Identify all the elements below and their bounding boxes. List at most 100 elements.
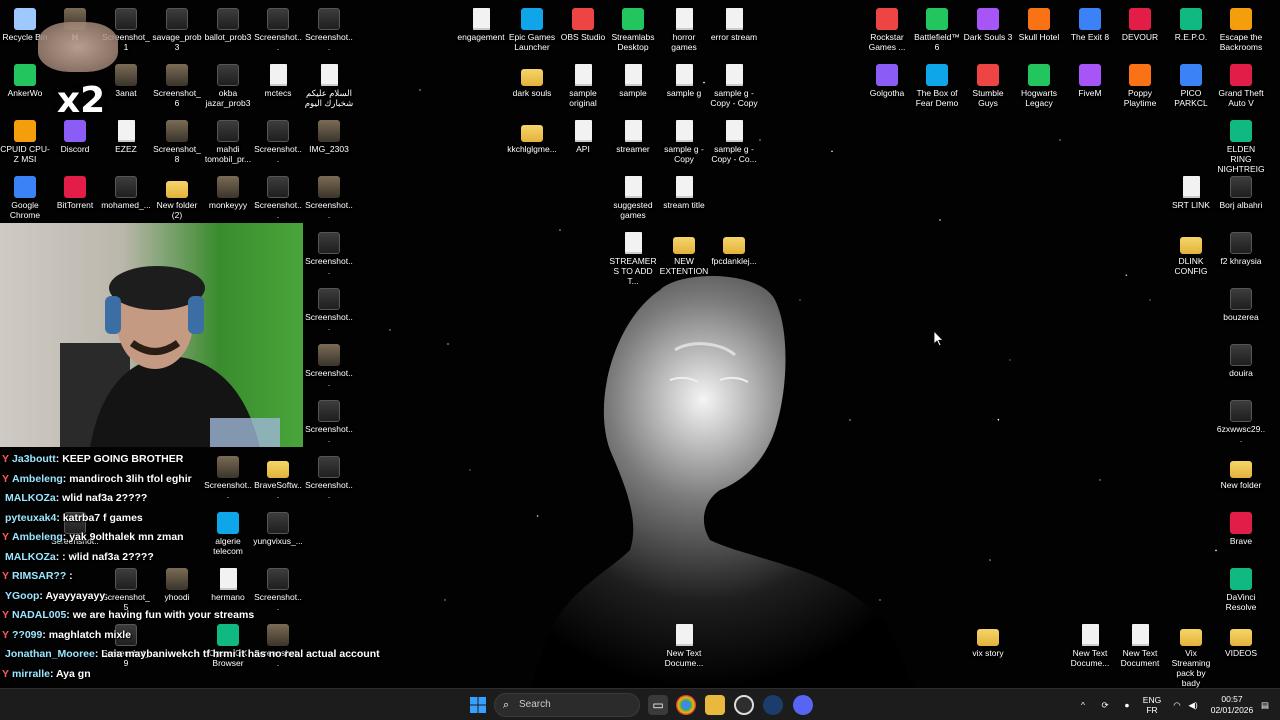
desktop-icon[interactable]: f2 khraysia	[1216, 229, 1266, 266]
desktop-icon[interactable]: streamer	[608, 117, 658, 154]
desktop-icon[interactable]: stream title	[659, 173, 709, 210]
desktop-icon[interactable]: vix story	[963, 621, 1013, 658]
desktop-icon[interactable]: sample	[608, 61, 658, 98]
desktop-icon[interactable]: Brave	[1216, 509, 1266, 546]
discord-taskbar-button[interactable]	[793, 695, 813, 715]
desktop-icon[interactable]: Screenshot...	[304, 285, 354, 332]
desktop-icon[interactable]: dark souls	[507, 61, 557, 98]
desktop-icon[interactable]: douira	[1216, 341, 1266, 378]
desktop-icon[interactable]: Screenshot...	[304, 229, 354, 276]
desktop-icon[interactable]: savage_prob3	[152, 5, 202, 52]
desktop-icon[interactable]: Google Chrome	[0, 173, 50, 220]
desktop-icon[interactable]: okba jazar_prob3	[203, 61, 253, 108]
desktop-icon[interactable]: sample g - Copy - Copy	[709, 61, 759, 108]
desktop[interactable]: Recycle BinHScreenshot_1savage_prob3ball…	[0, 0, 1280, 688]
desktop-icon[interactable]: New Text Docume...	[1065, 621, 1115, 668]
desktop-icon[interactable]: 6zxwwsc29...	[1216, 397, 1266, 444]
desktop-icon[interactable]: R.E.P.O.	[1166, 5, 1216, 42]
chat-username: MALKOZa	[5, 550, 56, 563]
desktop-icon[interactable]: sample g	[659, 61, 709, 98]
desktop-icon[interactable]: Dark Souls 3	[963, 5, 1013, 42]
desktop-icon[interactable]: New Text Document	[1115, 621, 1165, 668]
desktop-icon[interactable]: Hogwarts Legacy	[1014, 61, 1064, 108]
desktop-icon[interactable]: error stream	[709, 5, 759, 42]
desktop-icon[interactable]: Skull Hotel	[1014, 5, 1064, 42]
desktop-icon[interactable]: FiveM	[1065, 61, 1115, 98]
desktop-icon[interactable]: suggested games	[608, 173, 658, 220]
steam-taskbar-button[interactable]	[763, 695, 783, 715]
network-sync-icon[interactable]: ⟳	[1098, 689, 1112, 720]
taskbar-clock[interactable]: 00:57 02/01/2026	[1208, 694, 1256, 716]
desktop-icon[interactable]: Screenshot...	[304, 173, 354, 220]
wifi-icon[interactable]: ◠	[1170, 689, 1184, 720]
desktop-icon[interactable]: OBS Studio	[558, 5, 608, 42]
desktop-icon[interactable]: Grand Theft Auto V	[1216, 61, 1266, 108]
desktop-icon[interactable]: sample original	[558, 61, 608, 108]
desktop-icon[interactable]: Golgotha	[862, 61, 912, 98]
desktop-icon[interactable]: Screenshot...	[253, 117, 303, 164]
desktop-icon[interactable]: SRT LINK	[1166, 173, 1216, 210]
desktop-icon[interactable]: Escape the Backrooms	[1216, 5, 1266, 52]
microphone-icon[interactable]: ●	[1120, 689, 1134, 720]
desktop-icon[interactable]: Streamlabs Desktop	[608, 5, 658, 52]
desktop-icon[interactable]: Screenshot_6	[152, 61, 202, 108]
desktop-icon[interactable]: IMG_2303	[304, 117, 354, 154]
desktop-icon[interactable]: Screenshot...	[304, 5, 354, 52]
notification-icon[interactable]: ▤	[1258, 689, 1272, 720]
desktop-icon[interactable]: mahdi tomobil_pr...	[203, 117, 253, 164]
desktop-icon[interactable]: Screenshot_8	[152, 117, 202, 164]
desktop-icon[interactable]: Poppy Playtime	[1115, 61, 1165, 108]
chat-badge-icon: Y	[2, 472, 10, 485]
desktop-icon[interactable]: Screenshot...	[253, 173, 303, 220]
desktop-icon[interactable]: kkchlglgme...	[507, 117, 557, 154]
desktop-icon[interactable]: VIDEOS	[1216, 621, 1266, 658]
desktop-icon[interactable]: The Box of Fear Demo	[912, 61, 962, 108]
desktop-icon[interactable]: sample g - Copy	[659, 117, 709, 164]
taskbar-search-box[interactable]: ⌕ Search	[494, 693, 640, 717]
desktop-icon[interactable]: DEVOUR	[1115, 5, 1165, 42]
desktop-icon[interactable]: Epic Games Launcher	[507, 5, 557, 52]
desktop-icon[interactable]: PICO PARKCL	[1166, 61, 1216, 108]
desktop-icon-label: bouzerea	[1223, 312, 1259, 322]
desktop-icon[interactable]: DaVinci Resolve	[1216, 565, 1266, 612]
desktop-icon[interactable]: bouzerea	[1216, 285, 1266, 322]
desktop-icon[interactable]: New Text Docume...	[659, 621, 709, 668]
desktop-icon[interactable]: fpcdanklej...	[709, 229, 759, 266]
desktop-icon[interactable]: API	[558, 117, 608, 154]
chat-text: : KEEP GOING BROTHER	[55, 453, 184, 465]
chat-overlay: Y Ja3boutt: KEEP GOING BROTHER Y Ambeleng: …	[2, 450, 380, 688]
chrome-taskbar-button[interactable]	[676, 695, 696, 715]
desktop-icon[interactable]: BitTorrent	[50, 173, 100, 210]
desktop-icon[interactable]: Screenshot...	[304, 397, 354, 444]
desktop-icon[interactable]: DLINK CONFIG	[1166, 229, 1216, 276]
desktop-icon-label: sample g - Copy - Copy	[710, 88, 758, 108]
task-view-button[interactable]: ▭	[648, 695, 668, 715]
desktop-icon[interactable]: Screenshot...	[253, 5, 303, 52]
tray-overflow-chevron-icon[interactable]: ^	[1076, 689, 1090, 720]
desktop-icon[interactable]: horror games	[659, 5, 709, 52]
desktop-icon[interactable]: Vix Streaming pack by bady	[1166, 621, 1216, 688]
desktop-icon[interactable]: Borj albahri	[1216, 173, 1266, 210]
desktop-icon[interactable]: Battlefield™ 6	[912, 5, 962, 52]
desktop-icon[interactable]: mctecs	[253, 61, 303, 98]
desktop-icon[interactable]: New folder	[1216, 453, 1266, 490]
obs-taskbar-button[interactable]	[734, 695, 754, 715]
desktop-icon-label: sample g	[666, 88, 702, 98]
desktop-icon[interactable]: engagement	[456, 5, 506, 42]
volume-icon[interactable]: ◀)	[1186, 689, 1200, 720]
desktop-icon[interactable]: Screenshot...	[304, 341, 354, 388]
desktop-icon[interactable]: sample g - Copy - Co...	[709, 117, 759, 164]
desktop-icon[interactable]: Rockstar Games ...	[862, 5, 912, 52]
start-button[interactable]	[468, 695, 488, 715]
desktop-icon[interactable]: mohamed_...	[101, 173, 151, 210]
desktop-icon[interactable]: ballot_prob3	[203, 5, 253, 42]
desktop-icon[interactable]: New folder (2)	[152, 173, 202, 220]
desktop-icon[interactable]: السلام عليكم شخبارك اليوم	[304, 61, 354, 108]
desktop-icon[interactable]: Stumble Guys	[963, 61, 1013, 108]
desktop-icon[interactable]: NEW EXTENTION	[659, 229, 709, 276]
language-indicator[interactable]: ENG FR	[1140, 695, 1164, 720]
desktop-icon[interactable]: STREAMERS TO ADD T...	[608, 229, 658, 286]
file-explorer-taskbar-button[interactable]	[705, 695, 725, 715]
desktop-icon[interactable]: monkeyyy	[203, 173, 253, 210]
desktop-icon[interactable]: The Exit 8	[1065, 5, 1115, 42]
